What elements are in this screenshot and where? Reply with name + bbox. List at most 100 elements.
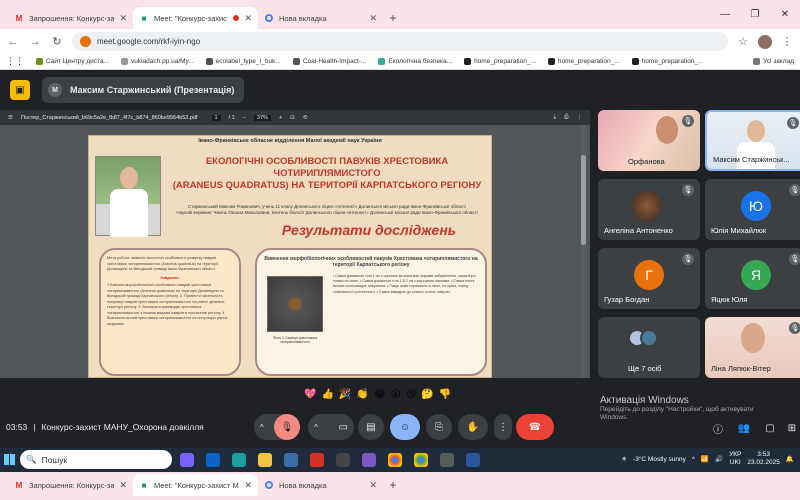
close-tab-icon[interactable]: ✕ [369,480,377,491]
apps-icon[interactable]: ⋮⋮ [6,56,24,67]
activities-icon[interactable]: ⊞ [784,420,800,436]
participant-tile[interactable]: 🎙 Максим Старжинськ... [705,110,800,171]
reaction-clap[interactable]: 👏 [356,389,368,400]
tab-meet[interactable]: ■ Meet: "Конкурс-захист МА ✕ [133,7,258,29]
forward-icon[interactable]: → [28,36,42,48]
more-participants-tile[interactable]: Ще 7 осіб [598,317,700,378]
reaction-thumbs-down[interactable]: 👎 [439,389,451,400]
mic-button[interactable]: ^ 🎙 [254,414,300,440]
new-tab-button[interactable]: + [383,7,403,29]
close-tab-icon[interactable]: ✕ [119,480,127,491]
tab-gmail-invite[interactable]: M Запрошення: Конкурс-захист М ✕ [8,474,133,496]
menu-icon[interactable]: ⋮ [780,35,794,48]
zoom-out-icon[interactable]: − [243,115,246,121]
reaction-heart[interactable]: 💖 [304,389,316,400]
bookmark-item[interactable]: Coal-Health-Impact-... [292,58,366,65]
app-icon[interactable] [440,453,454,467]
pdf-scrollbar-thumb[interactable] [581,155,586,245]
edge-icon[interactable] [232,453,246,467]
more-options-button[interactable]: ⋮ [494,414,512,440]
end-call-button[interactable]: ☎ [516,414,554,440]
fit-page-icon[interactable]: ⊡ [290,115,295,121]
app-icon[interactable] [336,453,350,467]
chevron-up-icon[interactable]: ^ [260,423,264,432]
weather-text[interactable]: -3°C Mostly sunny [633,456,686,463]
close-tab-icon[interactable]: ✕ [244,13,252,24]
participant-tile[interactable]: 🎙 Орфанова [598,110,700,171]
chrome-icon[interactable] [414,453,428,467]
language-indicator[interactable]: УКР UKI [729,451,741,467]
presentation-icon[interactable]: ▣ [10,80,30,100]
reaction-sad[interactable]: 😢 [406,389,416,400]
reload-icon[interactable]: ↻ [50,35,64,48]
camera-button[interactable]: ^ ▭ [308,414,354,440]
notifications-icon[interactable]: 🔔 [786,455,794,463]
bookmark-item[interactable]: home_preparation_... [464,58,536,65]
bookmark-star-icon[interactable]: ☆ [736,35,750,48]
bookmark-item[interactable]: vukladach.pp.ua/My... [121,58,194,65]
bookmark-item[interactable]: home_preparation_... [547,58,620,65]
tray-chevron-icon[interactable]: ^ [692,456,695,463]
profile-avatar[interactable] [758,34,772,49]
url-field[interactable]: meet.google.com/rkf-iyin-ngo [72,32,728,51]
store-icon[interactable] [284,453,298,467]
close-tab-icon[interactable]: ✕ [369,13,377,24]
people-icon[interactable]: 👥 [736,420,752,436]
presenter-chip[interactable]: М Максим Старжинський (Презентація) [42,77,245,103]
info-icon[interactable]: ⓘ [710,420,726,436]
bookmark-item[interactable]: ecolabel_type_I_buk... [205,58,281,65]
volume-icon[interactable]: 🔊 [715,455,723,463]
maximize-icon[interactable]: ❐ [740,9,770,20]
close-tab-icon[interactable]: ✕ [119,13,127,24]
tab-new-tab[interactable]: Нова вкладка ✕ [258,474,383,496]
outlook-icon[interactable] [206,453,220,467]
chat-icon[interactable]: ▢ [762,420,778,436]
participant-tile[interactable]: Ю 🎙 Юлія Михайлюк [705,179,800,240]
rotate-icon[interactable]: ⟲ [303,115,308,121]
all-bookmarks[interactable]: Усі заклад [753,58,794,65]
reaction-surprised[interactable]: 😮 [391,389,401,400]
minimize-icon[interactable]: — [710,9,740,20]
pdf-zoom[interactable]: 37% [253,114,271,121]
pdf-page-number[interactable]: 1 [211,114,221,121]
bookmark-item[interactable]: Сайт Центру диста... [36,58,109,65]
bookmark-item[interactable]: Екологічна безпека... [378,58,452,65]
print-icon[interactable]: ⎙ [564,114,568,121]
file-explorer-icon[interactable] [258,453,272,467]
windows-start-icon[interactable] [4,454,15,465]
reaction-thinking[interactable]: 🤔 [421,389,433,400]
pdf-scrollbar[interactable] [581,125,586,378]
raise-hand-button[interactable]: ✋ [458,414,488,440]
participant-tile[interactable]: Я 🎙 Яцюк Юля [705,248,800,309]
reaction-thumbs-up[interactable]: 👍 [321,389,333,400]
taskbar-clock[interactable]: 3:53 23.02.2025 [747,451,780,467]
back-icon[interactable]: ← [6,36,20,48]
tab-gmail-invite[interactable]: M Запрошення: Конкурс-захист М ✕ [8,7,133,29]
chevron-up-icon[interactable]: ^ [314,423,318,432]
word-icon[interactable] [466,453,480,467]
zoom-in-icon[interactable]: + [279,115,282,121]
reaction-party[interactable]: 🎉 [339,389,351,400]
site-info-icon[interactable] [80,36,91,47]
wifi-icon[interactable]: 📶 [701,455,709,463]
more-icon[interactable]: ⋮ [577,115,583,121]
close-tab-icon[interactable]: ✕ [244,480,252,491]
tab-new-tab[interactable]: Нова вкладка ✕ [258,7,383,29]
reaction-laugh[interactable]: 😂 [374,389,386,400]
pdf-icon[interactable] [310,453,324,467]
copilot-icon[interactable] [180,453,194,467]
taskbar-search[interactable]: 🔍 Пошук [20,450,172,469]
participant-tile[interactable]: Г 🎙 Гузар Богдан [598,248,700,309]
tab-meet[interactable]: ■ Meet: "Конкурс-захист МА ✕ [133,474,258,496]
close-window-icon[interactable]: ✕ [770,9,800,20]
pdf-menu-icon[interactable]: ☰ [8,115,13,121]
pdf-viewport[interactable]: Івано-Франківське обласне відділення Мал… [0,125,590,378]
participant-tile[interactable]: 🎙 Ангеліна Антоненко [598,179,700,240]
viber-icon[interactable] [362,453,376,467]
captions-button[interactable]: ▤ [358,414,384,440]
participant-tile[interactable]: 🎙 Ліна Ляпюк-Вітер [705,317,800,378]
present-button[interactable]: ⎘ [426,414,452,440]
chrome-icon[interactable] [388,453,402,467]
download-icon[interactable]: ⤓ [554,114,556,121]
new-tab-button[interactable]: + [383,474,403,496]
